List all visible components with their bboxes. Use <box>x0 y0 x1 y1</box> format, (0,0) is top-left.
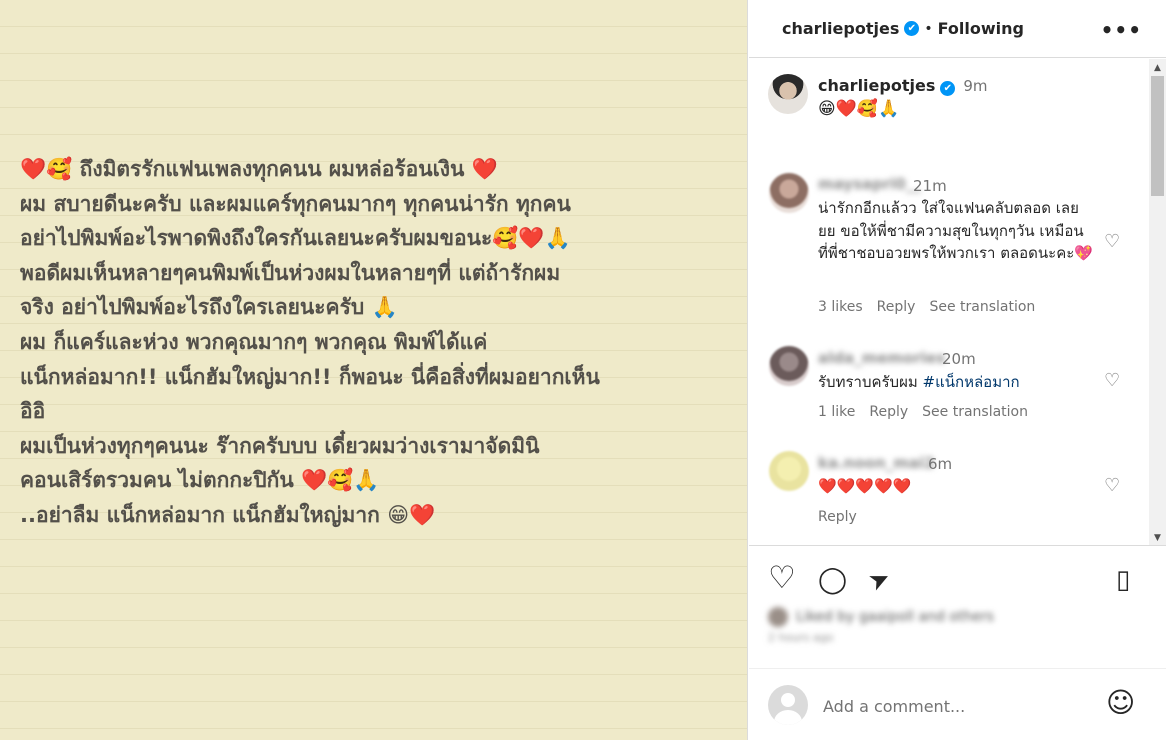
verified-badge-icon: ✔ <box>904 21 920 36</box>
note-line: แน็กหล่อมาก!! แน็กฮัมใหญ่มาก!! ก็พอนะ นี… <box>20 364 600 389</box>
reply-button[interactable]: Reply <box>818 509 857 525</box>
more-options-icon[interactable]: ••• <box>1101 18 1142 42</box>
note-line: คอนเสิร์ตรวมคน ไม่ตกกะปิกัน ❤️🥰🙏 <box>20 468 380 493</box>
author-avatar[interactable] <box>768 74 808 114</box>
note-line: ❤️🥰 ถึงมิตรรักแฟนเพลงทุกคนน ผมหล่อร้อนเง… <box>20 157 498 181</box>
liker-avatar <box>768 607 788 627</box>
likes-summary[interactable]: Liked by gaaipoll and others <box>768 606 1028 628</box>
see-translation-button[interactable]: See translation <box>929 299 1035 315</box>
caption-author: charliepotjes ✔ 9m <box>818 76 988 96</box>
comment-bubble-icon[interactable]: ◯ <box>818 566 847 594</box>
comment-like-icon[interactable]: ♡ <box>1104 475 1120 496</box>
hashtag-link[interactable]: #แน็กหล่อมาก <box>923 373 1020 391</box>
comment-meta: Reply <box>818 509 857 525</box>
note-line: ผมเป็นห่วงทุกๆคนนะ ร๊ากครับบบ เดี๋ยวผมว่… <box>20 433 540 458</box>
save-bookmark-icon[interactable]: ▯ <box>1116 566 1130 594</box>
note-line: ผม ก็แคร์และห่วง พวกคุณมากๆ พวกคุณ พิมพ์… <box>20 329 488 354</box>
comment-likes[interactable]: 1 like <box>818 404 855 420</box>
comment-like-icon[interactable]: ♡ <box>1104 370 1120 391</box>
following-button[interactable]: Following <box>938 19 1024 38</box>
comment-text: ❤️❤️❤️❤️❤️ <box>818 477 912 495</box>
share-send-icon[interactable]: ➤ <box>864 562 895 597</box>
comment-time: 20m <box>942 350 976 368</box>
comment-text: น่ารักกอีกแล้วว ใส่ใจแฟนคลับตลอด เลยยย ข… <box>818 199 1093 262</box>
scroll-down-arrow-icon[interactable]: ▼ <box>1149 529 1166 545</box>
scroll-up-arrow-icon[interactable]: ▲ <box>1149 59 1166 76</box>
emoji-picker-icon[interactable]: ☺ <box>1106 689 1135 717</box>
note-line: ..อย่าลืม แน็กหล่อมาก แน็กฮัมใหญ่มาก 😁❤️ <box>20 502 436 527</box>
caption-time[interactable]: 9m <box>963 77 987 95</box>
caption-text: 😁❤️🥰🙏 <box>818 99 900 119</box>
header-username[interactable]: charliepotjes <box>782 19 899 38</box>
verified-badge-icon: ✔ <box>940 81 956 96</box>
comment-likes[interactable]: 3 likes <box>818 299 863 315</box>
post-actions: ♡ ◯ ➤ ▯ <box>749 547 1166 611</box>
comment-time: 21m <box>913 177 947 195</box>
caption-username[interactable]: charliepotjes <box>818 76 935 95</box>
comment-meta: 1 like Reply See translation <box>818 404 1028 420</box>
reply-button[interactable]: Reply <box>877 299 916 315</box>
post-image[interactable]: ❤️🥰 ถึงมิตรรักแฟนเพลงทุกคนน ผมหล่อร้อนเง… <box>0 0 748 740</box>
note-line: จริง อย่าไปพิมพ์อะไรถึงใครเลยนะครับ 🙏 <box>20 295 398 320</box>
comment-username[interactable]: ka.noon_mai2 <box>818 454 935 472</box>
post-image-text: ❤️🥰 ถึงมิตรรักแฟนเพลงทุกคนน ผมหล่อร้อนเง… <box>20 152 730 533</box>
note-line: ผม สบายดีนะครับ และผมแคร์ทุกคนมากๆ ทุกคน… <box>20 191 571 216</box>
comment-time: 6m <box>928 455 953 473</box>
likes-summary-text[interactable]: Liked by gaaipoll and others <box>796 609 994 625</box>
comment-avatar[interactable] <box>769 173 809 213</box>
post-header: charliepotjes ✔ • Following ••• <box>749 0 1166 58</box>
header-separator: • <box>924 20 933 37</box>
comments-scrollbar[interactable]: ▲ ▼ <box>1149 59 1166 545</box>
like-heart-icon[interactable]: ♡ <box>768 563 796 594</box>
comment-avatar[interactable] <box>769 346 809 386</box>
comment-like-icon[interactable]: ♡ <box>1104 231 1120 252</box>
comments-section[interactable]: charliepotjes ✔ 9m 😁❤️🥰🙏 maysapri0__ 21m น… <box>749 59 1166 546</box>
add-comment-input[interactable] <box>823 693 1083 719</box>
comment-username[interactable]: alda_memories <box>818 349 945 367</box>
current-user-avatar <box>768 685 808 725</box>
comment-avatar[interactable] <box>769 451 809 491</box>
comment-text: รับทราบครับผม #แน็กหล่อมาก <box>818 371 1093 394</box>
post-date: 2 hours ago <box>768 631 834 644</box>
comment-text-body: รับทราบครับผม <box>818 373 923 391</box>
note-line: อย่าไปพิมพ์อะไรพาดพิงถึงใครกันเลยนะครับผ… <box>20 226 571 251</box>
reply-button[interactable]: Reply <box>869 404 908 420</box>
post-side-panel: charliepotjes ✔ • Following ••• charliep… <box>749 0 1166 740</box>
see-translation-button[interactable]: See translation <box>922 404 1028 420</box>
comment-username[interactable]: maysapri0__ <box>818 175 921 193</box>
comment-meta: 3 likes Reply See translation <box>818 299 1035 315</box>
scroll-thumb[interactable] <box>1151 76 1164 196</box>
note-line: พอดีผมเห็นหลายๆคนพิมพ์เป็นห่วงผมในหลายๆท… <box>20 260 561 285</box>
add-comment-bar: ☺ <box>749 668 1166 740</box>
note-line: อิอิ <box>20 399 46 424</box>
